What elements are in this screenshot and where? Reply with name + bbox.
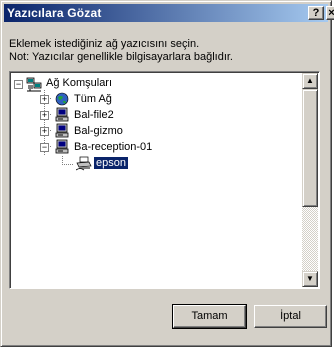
computer-icon — [55, 123, 69, 138]
browse-printers-dialog: Yazıcılara Gözat ? × Eklemek istediğiniz… — [0, 0, 334, 347]
window-title: Yazıcılara Gözat — [7, 6, 102, 20]
note-text: Not: Yazıcılar genellikle bilgisayarlara… — [9, 51, 233, 63]
tree-connector — [62, 156, 63, 164]
collapse-icon[interactable]: − — [40, 143, 49, 152]
network-neighborhood-icon — [26, 77, 42, 92]
close-button[interactable]: × — [326, 6, 334, 20]
printer-icon — [76, 156, 92, 171]
collapse-icon[interactable]: − — [14, 80, 23, 89]
network-tree[interactable]: − Ağ Komşuları + Tüm Ağ + Bal-file2 + Ba… — [9, 71, 320, 289]
tree-node-label: Ba-reception-01 — [74, 141, 153, 153]
help-button[interactable]: ? — [308, 6, 324, 20]
cancel-button[interactable]: İptal — [254, 305, 327, 328]
expand-icon[interactable]: + — [40, 111, 49, 120]
scroll-down-button[interactable]: ▼ — [302, 271, 318, 287]
tree-node-label: epson — [93, 156, 129, 170]
tree-node-label: Bal-file2 — [74, 109, 114, 121]
computer-icon — [55, 139, 69, 154]
tree-connector — [62, 164, 74, 165]
scroll-thumb[interactable] — [302, 89, 318, 207]
tree-node-label: Bal-gizmo — [74, 125, 123, 137]
ok-button[interactable]: Tamam — [172, 304, 247, 329]
tree-node-label: Ağ Komşuları — [46, 77, 113, 89]
title-bar[interactable]: Yazıcılara Gözat ? × — [4, 4, 334, 22]
computer-icon — [55, 107, 69, 122]
instruction-text: Eklemek istediğiniz ağ yazıcısını seçin. — [9, 38, 200, 50]
expand-icon[interactable]: + — [40, 127, 49, 136]
vertical-scrollbar[interactable]: ▲ ▼ — [302, 73, 318, 287]
expand-icon[interactable]: + — [40, 95, 49, 104]
tree-node-label: Tüm Ağ — [74, 93, 112, 105]
scroll-up-button[interactable]: ▲ — [302, 73, 318, 89]
globe-icon — [55, 92, 69, 106]
